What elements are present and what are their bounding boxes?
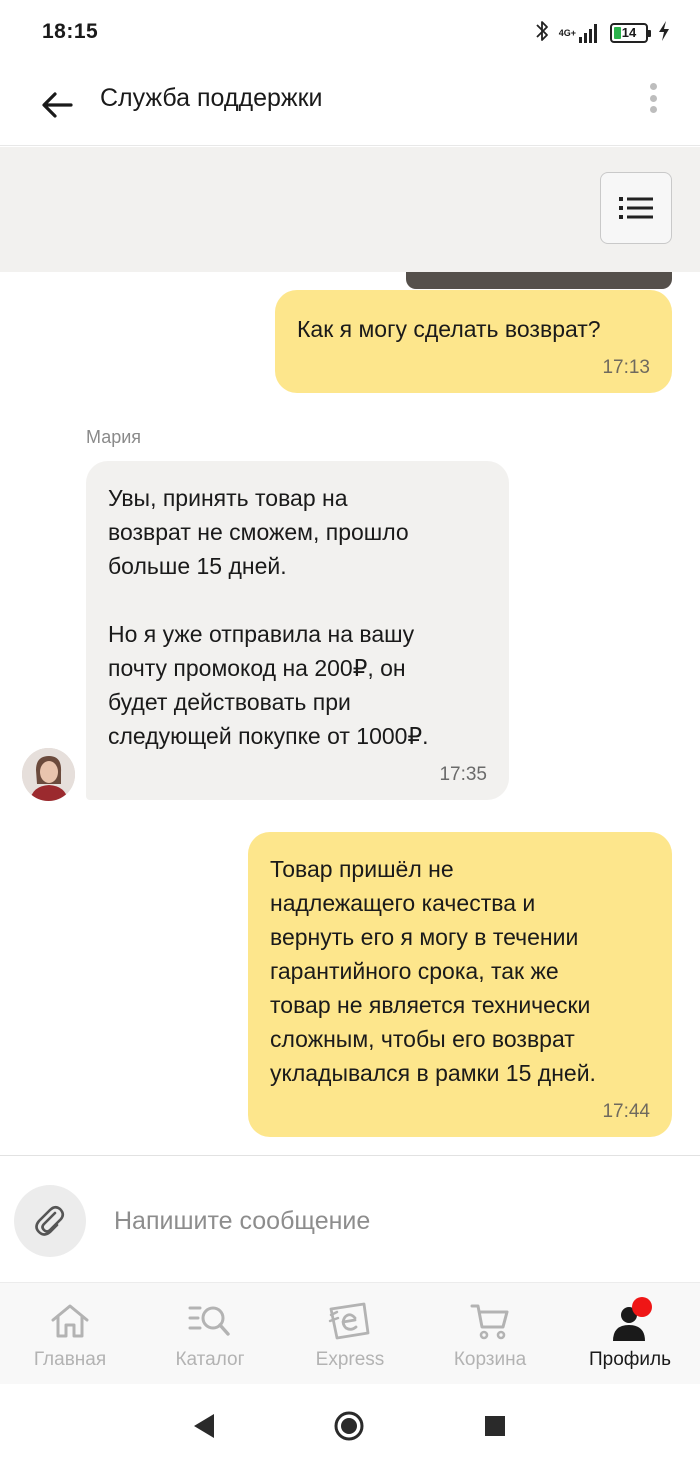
nav-label: Профиль	[588, 1349, 672, 1370]
nav-label: Корзина	[453, 1349, 527, 1370]
nav-label: Express	[315, 1349, 385, 1370]
express-icon	[327, 1299, 373, 1343]
home-icon	[47, 1299, 93, 1343]
message-text: Увы, принять товар на возврат не сможем,…	[108, 485, 429, 749]
support-agent-avatar-icon	[22, 748, 75, 801]
notification-dot	[632, 1297, 652, 1317]
status-bar: 18:15 4G+ 14	[0, 0, 700, 66]
avatar[interactable]	[22, 748, 75, 801]
message-text: Как я могу сделать возврат?	[297, 316, 601, 342]
attach-button[interactable]	[14, 1185, 86, 1257]
back-button[interactable]	[34, 82, 80, 128]
nav-item-catalog[interactable]: Каталог	[140, 1283, 280, 1384]
signal-icon: 4G+	[559, 22, 600, 44]
system-nav-bar	[0, 1384, 700, 1467]
chat-messages[interactable]: Как я могу сделать возврат? 17:13 Мария …	[0, 272, 700, 1154]
network-type: 4G+	[558, 28, 576, 38]
cart-icon	[467, 1299, 513, 1343]
system-home-button[interactable]	[333, 1410, 365, 1442]
triangle-back-icon	[194, 1414, 214, 1438]
message-text: Товар пришёл не надлежащего качества и в…	[270, 856, 596, 1086]
message-outgoing[interactable]: Товар пришёл не надлежащего качества и в…	[248, 832, 672, 1137]
message-time: 17:35	[439, 764, 487, 785]
message-incoming[interactable]: Увы, принять товар на возврат не сможем,…	[86, 461, 509, 800]
profile-icon	[607, 1297, 653, 1343]
arrow-left-icon	[42, 92, 73, 118]
message-input[interactable]	[114, 1196, 674, 1246]
nav-item-home[interactable]: Главная	[0, 1283, 140, 1384]
message-time: 17:44	[602, 1101, 650, 1122]
dot	[649, 83, 657, 90]
dot	[649, 106, 657, 113]
nav-item-cart[interactable]: Корзина	[420, 1283, 560, 1384]
system-back-button[interactable]	[188, 1410, 220, 1442]
status-icons: 4G+ 14	[535, 20, 670, 46]
image-attachment[interactable]	[406, 272, 672, 289]
more-options-button[interactable]	[644, 80, 662, 116]
nav-label: Главная	[33, 1349, 107, 1370]
chat-menu-button[interactable]	[600, 172, 672, 244]
list-icon	[619, 197, 653, 219]
message-outgoing[interactable]: Как я могу сделать возврат? 17:13	[275, 290, 672, 393]
status-time: 18:15	[42, 20, 99, 43]
message-time: 17:13	[602, 357, 650, 378]
bottom-nav: Главная Каталог Express Корзина Профиль	[0, 1282, 700, 1384]
battery-level: 14	[621, 25, 637, 40]
circle-home-icon	[334, 1411, 364, 1441]
page-title: Служба поддержки	[100, 84, 323, 112]
catalog-search-icon	[187, 1299, 233, 1343]
system-recents-button[interactable]	[479, 1410, 511, 1442]
chat-top-panel	[0, 147, 700, 272]
square-recents-icon	[485, 1416, 505, 1436]
sender-name: Мария	[86, 427, 142, 447]
message-composer	[0, 1155, 700, 1282]
nav-item-profile[interactable]: Профиль	[560, 1283, 700, 1384]
battery-icon: 14	[610, 23, 651, 43]
app-header: Служба поддержки	[0, 66, 700, 146]
nav-item-express[interactable]: Express	[280, 1283, 420, 1384]
dot	[649, 94, 657, 102]
nav-label: Каталог	[175, 1349, 245, 1370]
bluetooth-icon	[535, 19, 549, 48]
charging-icon	[658, 20, 670, 47]
paperclip-icon	[35, 1205, 65, 1236]
